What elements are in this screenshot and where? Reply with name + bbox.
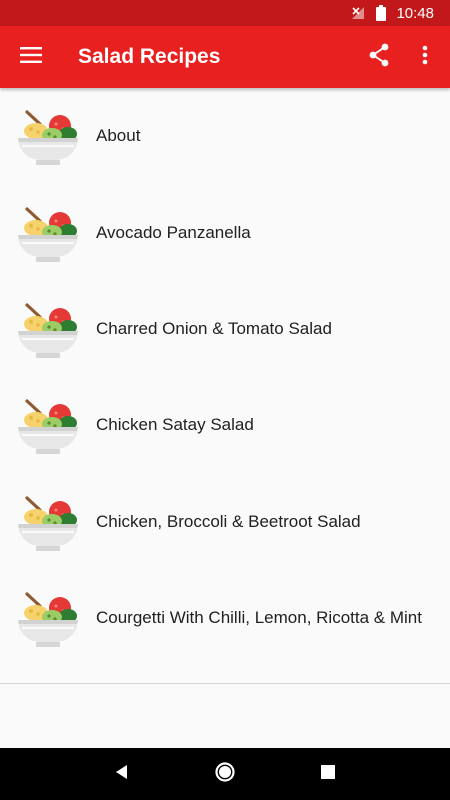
- list-item-label: Charred Onion & Tomato Salad: [96, 318, 332, 338]
- status-bar: 10:48: [0, 0, 450, 26]
- home-button[interactable]: [205, 754, 245, 794]
- recipe-list: About Avocado Panzanella Charred Onion &…: [0, 88, 450, 666]
- list-item[interactable]: About: [0, 88, 450, 184]
- battery-icon: [376, 5, 387, 21]
- recents-button[interactable]: [308, 754, 348, 794]
- back-button[interactable]: [102, 754, 142, 794]
- list-item[interactable]: Courgetti With Chilli, Lemon, Ricotta & …: [0, 570, 450, 666]
- list-item[interactable]: Charred Onion & Tomato Salad: [0, 281, 450, 377]
- list-item[interactable]: Chicken, Broccoli & Beetroot Salad: [0, 474, 450, 570]
- salad-bowl-icon: [16, 297, 80, 361]
- list-item-label: Chicken, Broccoli & Beetroot Salad: [96, 511, 361, 531]
- list-divider: [0, 683, 450, 684]
- list-item-label: Chicken Satay Salad: [96, 415, 254, 435]
- clock: 10:48: [396, 4, 434, 22]
- recents-square-icon: [321, 764, 336, 784]
- list-item[interactable]: Avocado Panzanella: [0, 184, 450, 280]
- hamburger-menu-icon: [20, 46, 42, 68]
- overflow-menu-button[interactable]: [402, 26, 448, 88]
- share-icon: [368, 43, 390, 72]
- salad-bowl-icon: [16, 104, 80, 168]
- list-item-label: Courgetti With Chilli, Lemon, Ricotta & …: [96, 608, 422, 628]
- salad-bowl-icon: [16, 586, 80, 650]
- home-circle-icon: [214, 761, 236, 788]
- app-bar: Salad Recipes: [0, 26, 450, 88]
- share-button[interactable]: [356, 26, 402, 88]
- system-nav-bar: [0, 748, 450, 800]
- menu-button[interactable]: [0, 26, 62, 88]
- list-item-label: Avocado Panzanella: [96, 222, 251, 242]
- no-signal-icon: [350, 5, 366, 21]
- page-title: Salad Recipes: [78, 45, 221, 68]
- list-item[interactable]: Chicken Satay Salad: [0, 377, 450, 473]
- more-vert-icon: [422, 45, 428, 70]
- salad-bowl-icon: [16, 490, 80, 554]
- salad-bowl-icon: [16, 393, 80, 457]
- list-item-label: About: [96, 126, 141, 146]
- salad-bowl-icon: [16, 201, 80, 265]
- back-triangle-icon: [114, 764, 130, 785]
